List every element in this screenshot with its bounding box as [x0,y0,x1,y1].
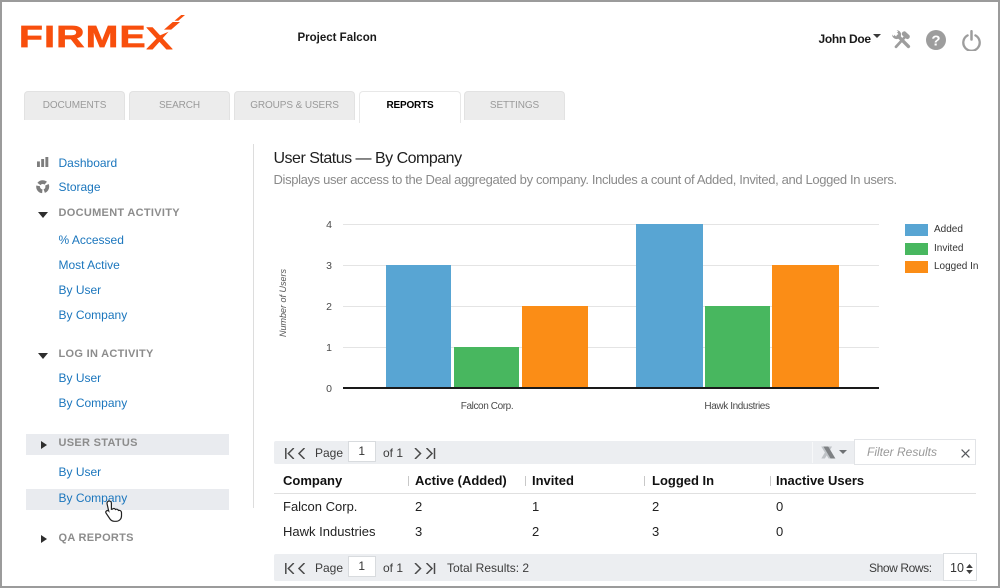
svg-text:?: ? [931,33,940,50]
